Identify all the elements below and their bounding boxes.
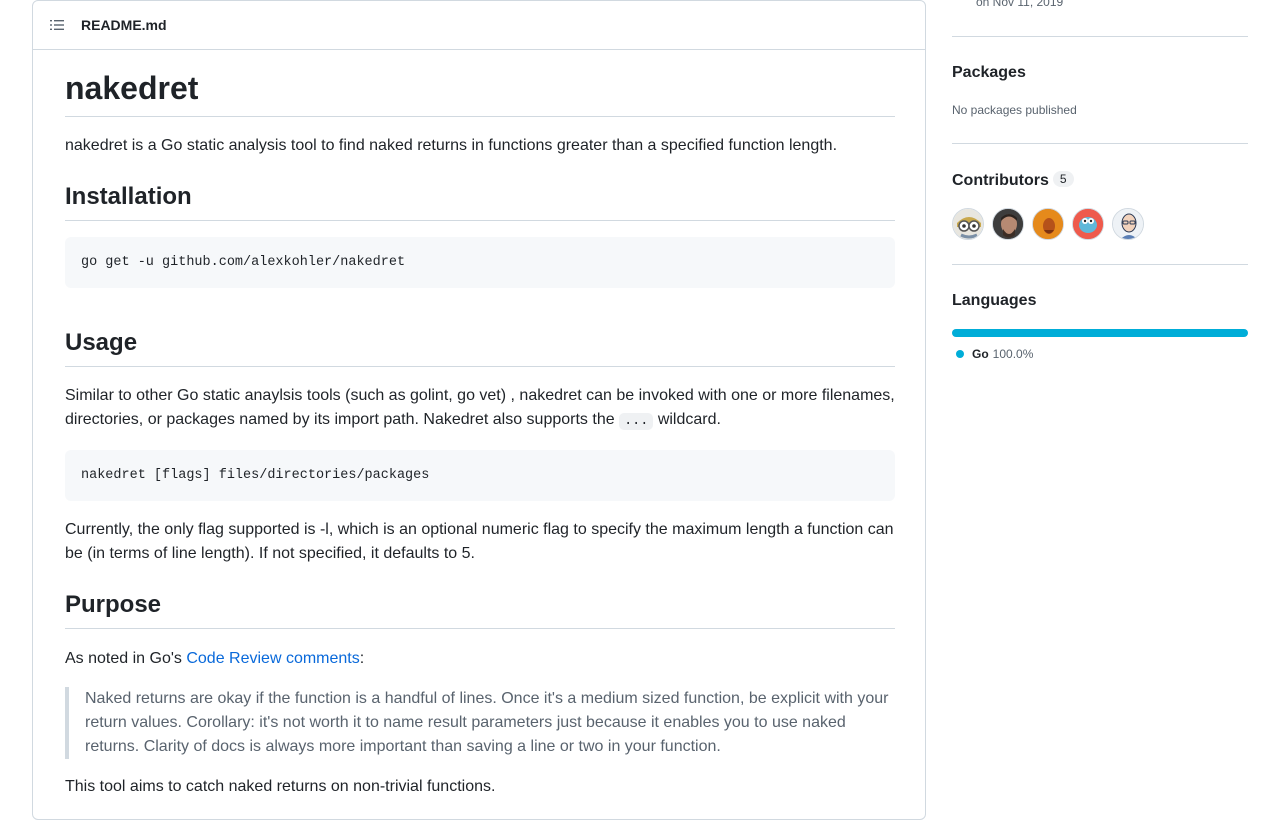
language-item-go[interactable]: Go 100.0% <box>952 347 1033 361</box>
readme-content: nakedret nakedret is a Go static analysi… <box>65 50 895 799</box>
purpose-heading: Purpose <box>65 590 895 629</box>
packages-heading[interactable]: Packages <box>952 64 1026 82</box>
code-review-comments-link[interactable]: Code Review comments <box>186 650 359 667</box>
installation-heading: Installation <box>65 182 895 221</box>
sidebar-divider <box>952 36 1248 37</box>
readme-file-name[interactable]: README.md <box>81 17 167 33</box>
intro-paragraph: nakedret is a Go static analysis tool to… <box>65 137 838 154</box>
sidebar-divider <box>952 143 1248 144</box>
readme-title: nakedret <box>65 50 895 117</box>
installation-code-block: go get -u github.com/alexkohler/nakedret <box>65 237 895 288</box>
language-name: Go <box>972 347 989 361</box>
wildcard-inline-code: ... <box>619 413 654 430</box>
usage-text-end: wildcard. <box>653 411 721 428</box>
contributors-heading[interactable]: Contributors 5 <box>952 171 1074 190</box>
language-bar <box>952 329 1248 337</box>
usage-paragraph: Similar to other Go static anaylsis tool… <box>65 384 895 434</box>
purpose-paragraph: As noted in Go's Code Review comments: <box>65 647 895 671</box>
contributors-count: 5 <box>1052 171 1074 187</box>
contributors-heading-label: Contributors <box>952 172 1049 189</box>
languages-heading: Languages <box>952 292 1037 309</box>
avatar[interactable] <box>1072 208 1104 240</box>
installation-command: go get -u github.com/alexkohler/nakedret <box>81 255 406 270</box>
purpose-quote: Naked returns are okay if the function i… <box>65 687 895 759</box>
usage-code-block: nakedret [flags] files/directories/packa… <box>65 450 895 501</box>
closing-paragraph: This tool aims to catch naked returns on… <box>65 778 496 795</box>
sidebar-divider <box>952 264 1248 265</box>
language-percent: 100.0% <box>992 347 1034 361</box>
usage-heading: Usage <box>65 328 895 367</box>
avatar[interactable] <box>1032 208 1064 240</box>
usage-text: Similar to other Go static anaylsis tool… <box>65 387 895 428</box>
purpose-prefix: As noted in Go's <box>65 650 187 667</box>
contributor-avatars <box>952 208 1144 240</box>
readme-panel: README.md nakedret nakedret is a Go stat… <box>32 0 926 820</box>
avatar[interactable] <box>1112 208 1144 240</box>
flag-paragraph: Currently, the only flag supported is -l… <box>65 521 894 562</box>
avatar[interactable] <box>992 208 1024 240</box>
readme-header: README.md <box>33 1 925 50</box>
table-of-contents-icon[interactable] <box>49 17 65 33</box>
release-date: on Nov 11, 2019 <box>976 0 1064 9</box>
avatar[interactable] <box>952 208 984 240</box>
language-color-dot <box>956 350 964 358</box>
purpose-suffix: : <box>359 650 365 667</box>
packages-empty-text: No packages published <box>952 103 1077 117</box>
usage-command: nakedret [flags] files/directories/packa… <box>81 468 430 483</box>
